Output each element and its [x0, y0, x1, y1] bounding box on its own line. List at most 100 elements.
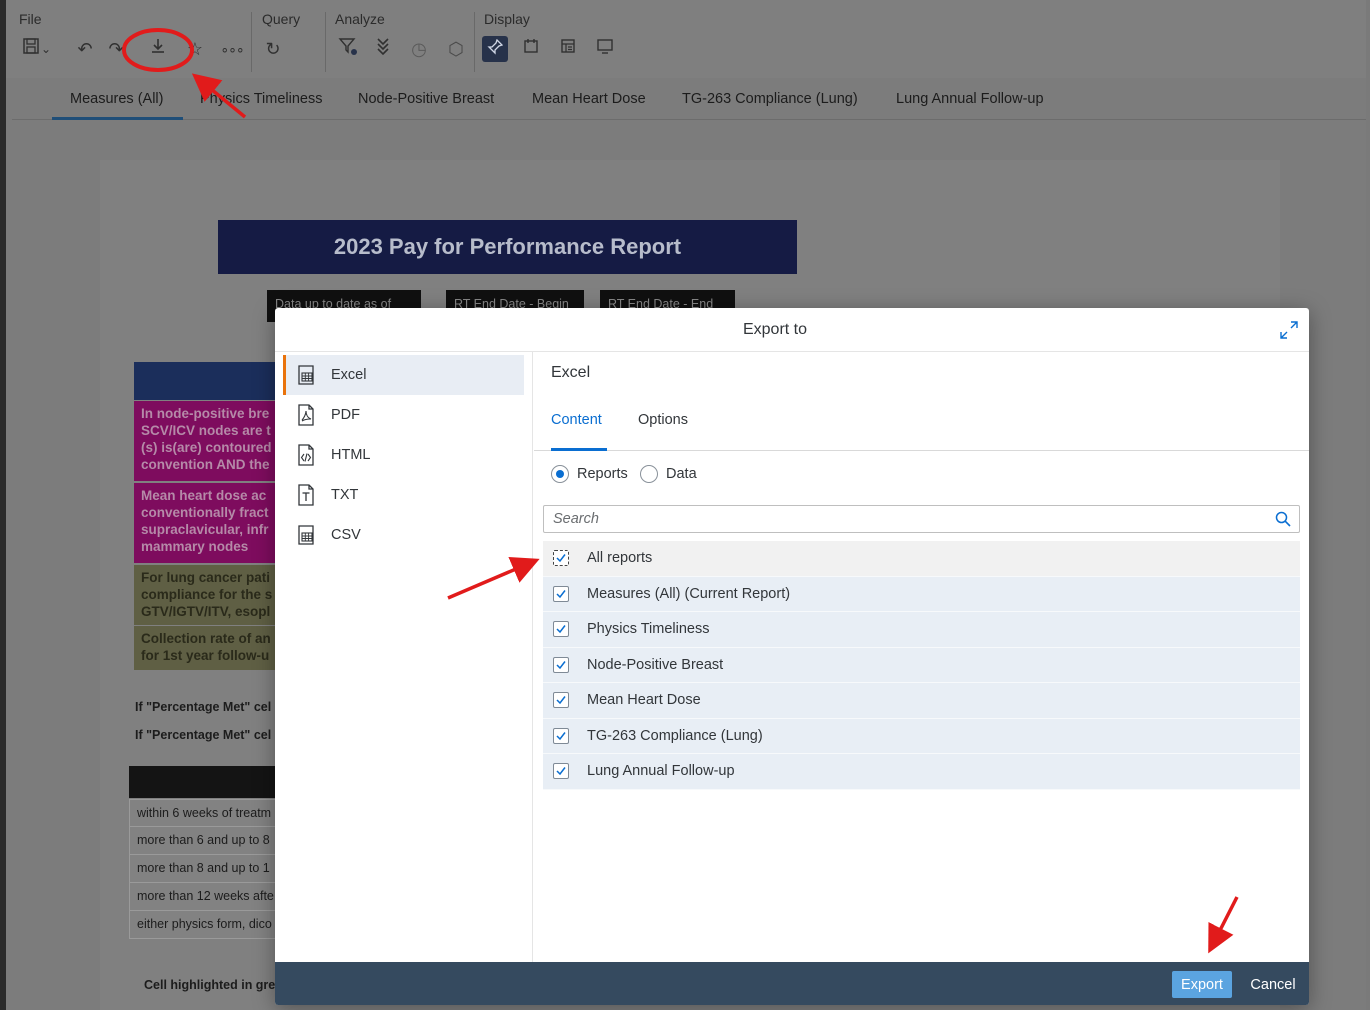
search-input[interactable] — [544, 511, 1267, 527]
tab-options[interactable]: Options — [638, 412, 688, 428]
pin-icon[interactable] — [482, 36, 508, 62]
report-note: If "Percentage Met" cel — [135, 728, 272, 742]
radio-label: Reports — [577, 466, 628, 482]
cube-icon[interactable]: ⬡ — [443, 36, 469, 62]
tab-mean-heart-dose[interactable]: Mean Heart Dose — [532, 91, 646, 107]
measure-row: In node-positive bre SCV/ICV nodes are t(… — [134, 401, 284, 481]
outline-icon[interactable] — [555, 36, 581, 62]
radio-button-selected[interactable] — [551, 465, 569, 483]
search-icon[interactable] — [1267, 506, 1299, 532]
dialog-title: Export to — [742, 321, 808, 338]
checkbox[interactable] — [553, 585, 569, 602]
pdf-icon — [293, 402, 319, 428]
export-button[interactable]: Export — [1172, 971, 1232, 998]
chevron-down-icon[interactable]: ⌄ — [38, 36, 54, 62]
timeliness-row: more than 6 and up to 8 — [129, 827, 279, 855]
format-excel[interactable]: Excel — [283, 355, 524, 395]
settings-title: Excel — [551, 364, 591, 381]
list-item[interactable]: Lung Annual Follow-up — [543, 754, 1300, 790]
checkbox[interactable] — [553, 763, 569, 780]
toolbar-separator — [474, 12, 475, 72]
format-label: TXT — [331, 487, 359, 503]
active-tab-indicator — [52, 117, 183, 120]
toolbar-group-query: Query — [262, 11, 301, 27]
format-label: CSV — [331, 527, 361, 543]
html-icon — [293, 442, 319, 468]
checkbox[interactable] — [553, 692, 569, 709]
timeliness-row: either physics form, dico — [129, 911, 279, 939]
list-item-all-reports[interactable]: All reports — [543, 541, 1300, 577]
report-title: 2023 Pay for Performance Report — [218, 220, 797, 274]
excel-icon — [293, 362, 319, 388]
tab-physics-timeliness[interactable]: Physics Timeliness — [200, 91, 322, 107]
list-item-label: Measures (All) (Current Report) — [587, 585, 791, 602]
format-html[interactable]: HTML — [283, 435, 524, 475]
format-label: Excel — [331, 367, 367, 383]
undo-icon[interactable]: ↶ — [72, 36, 98, 62]
refresh-icon[interactable]: ↻ — [260, 36, 286, 62]
download-icon[interactable] — [145, 36, 171, 62]
tab-tg263-compliance[interactable]: TG-263 Compliance (Lung) — [682, 91, 858, 107]
export-format-list: Excel PDF HTML TXT CSV — [275, 352, 533, 962]
list-item[interactable]: Physics Timeliness — [543, 612, 1300, 648]
format-txt[interactable]: TXT — [283, 475, 524, 515]
report-note: If "Percentage Met" cel — [135, 700, 272, 714]
format-csv[interactable]: CSV — [283, 515, 524, 555]
list-item-label: Mean Heart Dose — [587, 692, 701, 709]
tab-lung-annual-follow-up[interactable]: Lung Annual Follow-up — [896, 91, 1044, 107]
timeliness-row: more than 12 weeks afte — [129, 883, 279, 911]
list-item-label: Physics Timeliness — [587, 621, 710, 638]
report-tab-bar: Measures (All) Physics Timeliness Node-P… — [12, 80, 1366, 120]
format-pdf[interactable]: PDF — [283, 395, 524, 435]
tab-measures-all[interactable]: Measures (All) — [70, 91, 163, 107]
toolbar-group-display: Display — [484, 11, 530, 27]
export-dialog: Export to Excel PDF HTML TXT CSV Excel C… — [275, 308, 1309, 1005]
dialog-header: Export to — [275, 308, 1309, 352]
history-icon[interactable]: ◷ — [406, 36, 432, 62]
radio-label: Data — [666, 466, 697, 482]
list-item[interactable]: TG-263 Compliance (Lung) — [543, 718, 1300, 754]
drill-icon[interactable] — [370, 36, 396, 62]
list-item-label: Node-Positive Breast — [587, 656, 724, 673]
list-item[interactable]: Mean Heart Dose — [543, 683, 1300, 719]
radio-reports[interactable]: Reports — [551, 465, 628, 483]
redo-icon[interactable]: ↷ — [108, 36, 124, 62]
tab-strip-divider — [534, 450, 1309, 451]
measure-row: Collection rate of an for 1st year follow… — [134, 626, 284, 670]
toolbar-group-analyze: Analyze — [335, 11, 385, 27]
screen-icon[interactable] — [592, 36, 618, 62]
list-item[interactable]: Node-Positive Breast — [543, 647, 1300, 683]
more-icon[interactable]: ∘∘∘ — [219, 36, 245, 62]
toolbar-separator — [251, 12, 252, 72]
format-label: HTML — [331, 447, 371, 463]
cancel-button[interactable]: Cancel — [1243, 971, 1303, 998]
report-footnote: Cell highlighted in gre — [144, 978, 276, 992]
radio-button[interactable] — [640, 465, 658, 483]
checkbox[interactable] — [553, 656, 569, 673]
filter-icon[interactable] — [335, 36, 361, 62]
timeliness-table-header — [129, 766, 279, 798]
checkbox[interactable] — [553, 727, 569, 744]
search-field — [543, 505, 1300, 533]
report-checkbox-list: All reports Measures (All) (Current Repo… — [543, 541, 1300, 790]
toolbar-group-file: File — [19, 11, 42, 27]
maximize-icon[interactable] — [1277, 318, 1301, 342]
measure-row: For lung cancer pati compliance for the s… — [134, 565, 284, 625]
tab-content[interactable]: Content — [551, 412, 602, 428]
toolbar-separator — [325, 12, 326, 72]
measures-table-header — [134, 362, 284, 400]
csv-icon — [293, 522, 319, 548]
list-item-label: Lung Annual Follow-up — [587, 763, 735, 780]
tab-node-positive-breast[interactable]: Node-Positive Breast — [358, 91, 494, 107]
checkbox[interactable] — [553, 550, 569, 567]
list-item-label: TG-263 Compliance (Lung) — [587, 727, 763, 744]
checkbox[interactable] — [553, 621, 569, 638]
favorite-icon[interactable]: ☆ — [182, 36, 208, 62]
radio-data[interactable]: Data — [640, 465, 697, 483]
list-item[interactable]: Measures (All) (Current Report) — [543, 576, 1300, 612]
active-settings-tab-indicator — [551, 448, 607, 451]
window-edge — [0, 0, 6, 1010]
toolbar: File Query Analyze Display ⌄ ↶ ↷ ☆ ∘∘∘ ↻… — [6, 0, 1366, 78]
panel-icon[interactable] — [518, 36, 544, 62]
timeliness-row: within 6 weeks of treatm — [129, 799, 279, 827]
